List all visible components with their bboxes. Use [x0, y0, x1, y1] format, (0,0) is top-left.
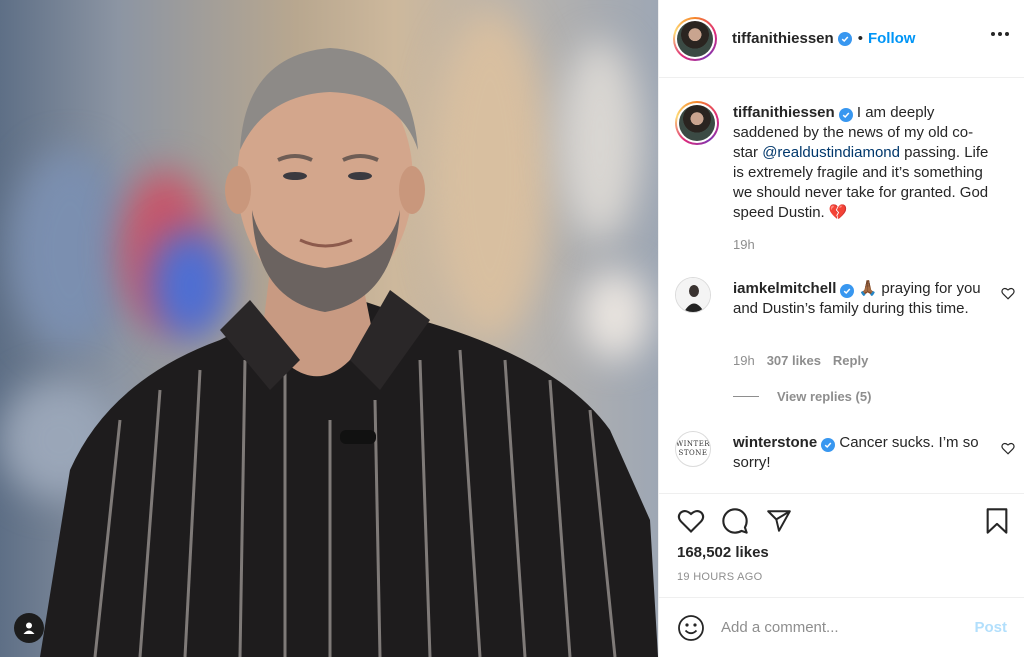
comment-likes[interactable]: 307 likes	[767, 353, 821, 368]
verified-icon	[837, 31, 852, 46]
comment-age[interactable]: 19h	[733, 353, 755, 368]
reply-button[interactable]: Reply	[833, 353, 868, 368]
post-header: tiffanithiessen • Follow	[659, 0, 1024, 78]
add-comment-bar: Post	[659, 597, 1024, 657]
broken-heart-emoji: 💔	[828, 204, 848, 221]
commenter-avatar[interactable]	[675, 277, 711, 313]
comment-input[interactable]	[721, 619, 951, 636]
avatar-logo-text: WINTER	[675, 440, 711, 448]
pray-emoji: 🙏🏾	[858, 280, 878, 297]
user-tag-icon[interactable]	[14, 613, 44, 643]
divider-line	[733, 396, 759, 397]
post-button[interactable]: Post	[974, 619, 1007, 636]
emoji-icon[interactable]	[677, 614, 705, 642]
follow-button[interactable]: Follow	[868, 30, 916, 47]
share-icon[interactable]	[765, 508, 793, 534]
comment-username[interactable]: winterstone	[733, 434, 817, 451]
caption-mention[interactable]: @realdustindiamond	[762, 144, 900, 161]
author-avatar[interactable]	[675, 101, 719, 145]
post-timestamp[interactable]: 19 HOURS AGO	[677, 571, 763, 583]
comment-item: iamkelmitchell 🙏🏾 praying for you and Du…	[675, 277, 1015, 397]
man-portrait	[40, 48, 658, 657]
author-avatar[interactable]	[673, 16, 717, 61]
post-photo[interactable]	[0, 0, 658, 657]
view-replies-button[interactable]: View replies (5)	[733, 389, 871, 404]
bookmark-icon[interactable]	[985, 507, 1009, 535]
heart-icon[interactable]	[1001, 287, 1015, 300]
comment-meta: 19h 307 likes Reply	[733, 353, 868, 368]
action-bar: 168,502 likes 19 HOURS AGO	[659, 493, 1024, 597]
likes-count[interactable]: 168,502 likes	[677, 544, 769, 561]
separator-dot: •	[857, 30, 863, 47]
post-panel: tiffanithiessen • Follow tiffanithiessen…	[658, 0, 1024, 657]
post-caption: tiffanithiessen I am deeply saddened by …	[675, 101, 1015, 261]
comment-username[interactable]: iamkelmitchell	[733, 280, 836, 297]
comment-item: WINTER STONE winterstone Cancer sucks. I…	[675, 431, 1015, 491]
view-replies-label: View replies (5)	[777, 389, 872, 404]
avatar-logo-text: STONE	[678, 449, 708, 457]
caption-age[interactable]: 19h	[733, 237, 755, 252]
commenter-avatar[interactable]: WINTER STONE	[675, 431, 711, 467]
author-username[interactable]: tiffanithiessen	[732, 30, 834, 47]
comments-list[interactable]: tiffanithiessen I am deeply saddened by …	[659, 79, 1024, 492]
heart-icon[interactable]	[1001, 442, 1015, 455]
heart-icon[interactable]	[677, 508, 705, 534]
comment-icon[interactable]	[721, 507, 749, 535]
caption-username[interactable]: tiffanithiessen	[733, 104, 835, 121]
verified-icon	[838, 108, 853, 122]
verified-icon	[821, 438, 836, 452]
more-icon[interactable]	[991, 32, 1009, 36]
verified-icon	[840, 284, 855, 298]
caption-meta: 19h	[733, 237, 755, 252]
